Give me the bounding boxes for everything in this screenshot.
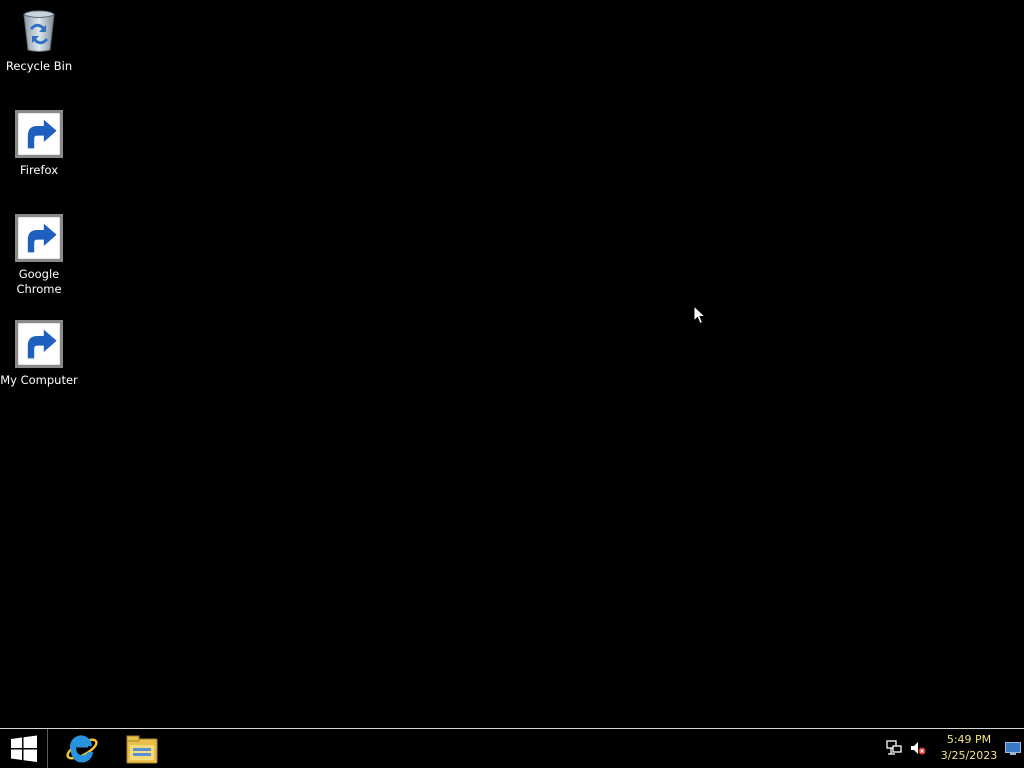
network-icon[interactable] (886, 740, 902, 756)
taskbar-internet-explorer[interactable] (52, 730, 112, 768)
internet-explorer-icon (66, 735, 98, 763)
desktop-icon-my-computer[interactable]: My Computer (0, 320, 78, 388)
volume-muted-icon[interactable] (910, 740, 926, 756)
shortcut-arrow-icon (15, 214, 63, 262)
clock-time: 5:49 PM (946, 733, 992, 746)
clock-date: 3/25/2023 (940, 749, 998, 762)
chrome-icon (15, 214, 63, 262)
mouse-pointer-icon (693, 305, 706, 325)
shortcut-arrow-icon (15, 320, 63, 368)
start-button[interactable] (0, 729, 48, 768)
taskbar: 5:49 PM 3/25/2023 (0, 728, 1024, 768)
show-desktop-button[interactable] (1005, 741, 1021, 755)
desktop-icon-label: My Computer (0, 373, 78, 387)
firefox-icon (15, 110, 63, 158)
windows-logo-icon (10, 735, 37, 762)
desktop-preview-icon (1005, 742, 1021, 755)
recycle-bin-icon (15, 6, 63, 54)
desktop-icon-label: Recycle Bin (5, 59, 73, 73)
computer-icon (15, 320, 63, 368)
taskbar-file-explorer[interactable] (112, 730, 172, 768)
taskbar-clock[interactable]: 5:49 PM 3/25/2023 (937, 732, 1001, 764)
desktop-icon-firefox[interactable]: Firefox (0, 110, 78, 178)
desktop-icon-recycle-bin[interactable]: Recycle Bin (0, 6, 78, 74)
desktop-icon-label: Google Chrome (16, 267, 62, 296)
shortcut-arrow-icon (15, 110, 63, 158)
desktop-icon-label: Firefox (19, 163, 59, 177)
desktop[interactable]: Recycle Bin Firefox Google Chrome My Com… (0, 0, 1024, 728)
file-explorer-icon (126, 735, 158, 764)
desktop-icon-google-chrome[interactable]: Google Chrome (0, 214, 78, 297)
